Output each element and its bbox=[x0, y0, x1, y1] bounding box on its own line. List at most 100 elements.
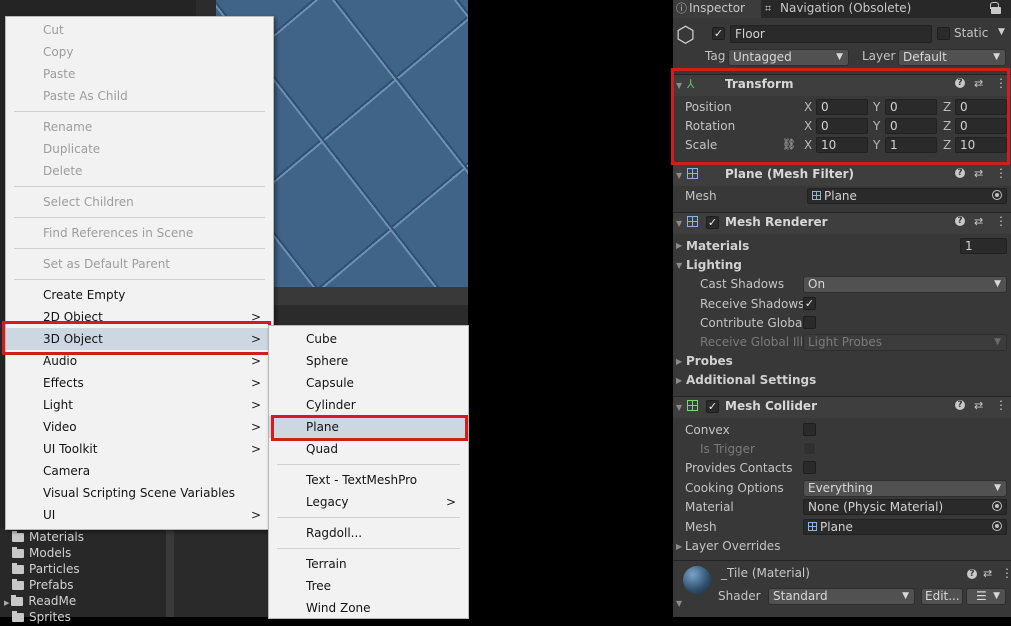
presets-icon[interactable]: ⇄ bbox=[983, 567, 992, 580]
menu-item-ui[interactable]: UI > bbox=[6, 504, 273, 526]
tab-navigation[interactable]: ⌗ Navigation (Obsolete) bbox=[765, 0, 911, 18]
component-menu-icon[interactable]: ⋮ bbox=[995, 398, 1007, 412]
object-picker-icon[interactable] bbox=[992, 501, 1002, 511]
help-icon[interactable]: ? bbox=[955, 216, 965, 226]
mesh-filter-header[interactable]: ▼ Plane (Mesh Filter) ? ⇄ ⋮ bbox=[673, 164, 1011, 186]
presets-icon[interactable]: ⇄ bbox=[974, 215, 983, 228]
collider-mesh-field[interactable]: Plane bbox=[803, 519, 1007, 535]
foldout-arrow-icon[interactable]: ▼ bbox=[676, 171, 682, 180]
menu-item-ui-toolkit[interactable]: UI Toolkit > bbox=[6, 438, 273, 460]
component-menu-icon[interactable]: ⋮ bbox=[1001, 566, 1011, 580]
layer-overrides-label[interactable]: Layer Overrides bbox=[685, 539, 780, 553]
menu-item-paste-as-child[interactable]: Paste As Child bbox=[6, 85, 273, 107]
presets-icon[interactable]: ⇄ bbox=[974, 77, 983, 90]
shader-dropdown[interactable]: Standard ▼ bbox=[768, 588, 915, 605]
menu-item-cube[interactable]: Cube bbox=[269, 328, 468, 350]
menu-item-set-default-parent[interactable]: Set as Default Parent bbox=[6, 253, 273, 275]
menu-item-cylinder[interactable]: Cylinder bbox=[269, 394, 468, 416]
menu-item-wind-zone[interactable]: Wind Zone bbox=[269, 597, 468, 619]
mesh-collider-enabled-checkbox[interactable]: ✓ bbox=[706, 400, 719, 413]
convex-checkbox[interactable] bbox=[803, 423, 816, 436]
menu-item-select-children[interactable]: Select Children bbox=[6, 191, 273, 213]
scale-y-field[interactable]: 1 bbox=[885, 137, 937, 153]
menu-item-rename[interactable]: Rename bbox=[6, 116, 273, 138]
rotation-y-field[interactable]: 0 bbox=[885, 118, 937, 134]
foldout-arrow-icon[interactable]: ▶ bbox=[676, 542, 682, 551]
menu-item-plane[interactable]: Plane bbox=[269, 416, 468, 438]
static-checkbox[interactable] bbox=[937, 27, 950, 40]
menu-item-ragdoll[interactable]: Ragdoll... bbox=[269, 522, 468, 544]
menu-item-cut[interactable]: Cut bbox=[6, 19, 273, 41]
rotation-z-field[interactable]: 0 bbox=[955, 118, 1007, 134]
foldout-arrow-icon[interactable]: ▼ bbox=[676, 81, 682, 90]
menu-item-duplicate[interactable]: Duplicate bbox=[6, 138, 273, 160]
cooking-options-dropdown[interactable]: Everything ▼ bbox=[803, 480, 1007, 497]
menu-item-delete[interactable]: Delete bbox=[6, 160, 273, 182]
help-icon[interactable]: ? bbox=[955, 400, 965, 410]
menu-item-visual-scripting-scene-variables[interactable]: Visual Scripting Scene Variables bbox=[6, 482, 273, 504]
menu-item-create-empty[interactable]: Create Empty bbox=[6, 284, 273, 306]
shader-edit-button[interactable]: Edit... bbox=[921, 588, 963, 605]
mesh-collider-header[interactable]: ▼ ✓ Mesh Collider ? ⇄ ⋮ bbox=[673, 396, 1011, 418]
active-checkbox[interactable]: ✓ bbox=[712, 27, 725, 40]
scale-z-field[interactable]: 10 bbox=[955, 137, 1007, 153]
folder-item[interactable]: Sprites bbox=[12, 610, 71, 626]
menu-item-sphere[interactable]: Sphere bbox=[269, 350, 468, 372]
object-name-field[interactable]: Floor bbox=[730, 25, 932, 43]
position-z-field[interactable]: 0 bbox=[955, 99, 1007, 115]
shader-menu-button[interactable]: ☰ ▼ bbox=[966, 588, 1006, 605]
contribute-gi-checkbox[interactable] bbox=[803, 316, 816, 329]
component-menu-icon[interactable]: ⋮ bbox=[995, 214, 1007, 228]
menu-item-paste[interactable]: Paste bbox=[6, 63, 273, 85]
presets-icon[interactable]: ⇄ bbox=[974, 399, 983, 412]
material-preview-sphere[interactable] bbox=[683, 566, 711, 594]
rotation-x-field[interactable]: 0 bbox=[816, 118, 868, 134]
foldout-arrow-icon[interactable]: ▶ bbox=[676, 357, 682, 366]
folder-item[interactable]: Particles bbox=[12, 562, 80, 578]
foldout-arrow-icon[interactable]: ▼ bbox=[676, 261, 682, 270]
menu-item-tree[interactable]: Tree bbox=[269, 575, 468, 597]
menu-item-light[interactable]: Light > bbox=[6, 394, 273, 416]
foldout-arrow-icon[interactable]: ▶ bbox=[676, 376, 682, 385]
mesh-renderer-enabled-checkbox[interactable]: ✓ bbox=[706, 216, 719, 229]
component-menu-icon[interactable]: ⋮ bbox=[995, 166, 1007, 180]
menu-item-video[interactable]: Video > bbox=[6, 416, 273, 438]
menu-item-find-references[interactable]: Find References in Scene bbox=[6, 222, 273, 244]
menu-item-3d-object[interactable]: 3D Object > bbox=[6, 328, 273, 350]
menu-item-capsule[interactable]: Capsule bbox=[269, 372, 468, 394]
foldout-arrow-icon[interactable]: ▶ bbox=[676, 241, 682, 250]
tab-inspector[interactable]: ⓘ Inspector bbox=[673, 0, 761, 18]
materials-count-field[interactable]: 1 bbox=[960, 238, 1007, 254]
layer-dropdown[interactable]: Default ▼ bbox=[898, 49, 1006, 66]
scale-x-field[interactable]: 10 bbox=[816, 137, 868, 153]
receive-shadows-checkbox[interactable]: ✓ bbox=[803, 297, 816, 310]
help-icon[interactable]: ? bbox=[967, 569, 977, 579]
help-icon[interactable]: ? bbox=[955, 78, 965, 88]
menu-item-copy[interactable]: Copy bbox=[6, 41, 273, 63]
mesh-renderer-header[interactable]: ▼ ✓ Mesh Renderer ? ⇄ ⋮ bbox=[673, 212, 1011, 234]
provides-contacts-checkbox[interactable] bbox=[803, 461, 816, 474]
object-picker-icon[interactable] bbox=[992, 521, 1002, 531]
lighting-label[interactable]: Lighting bbox=[686, 258, 742, 272]
component-menu-icon[interactable]: ⋮ bbox=[995, 76, 1007, 90]
static-dropdown-arrow-icon[interactable]: ▼ bbox=[998, 27, 1005, 37]
folder-item[interactable]: Prefabs bbox=[12, 578, 74, 594]
menu-item-2d-object[interactable]: 2D Object > bbox=[6, 306, 273, 328]
menu-item-camera[interactable]: Camera bbox=[6, 460, 273, 482]
position-y-field[interactable]: 0 bbox=[885, 99, 937, 115]
menu-item-terrain[interactable]: Terrain bbox=[269, 553, 468, 575]
folder-item[interactable]: ▶ ReadMe bbox=[4, 594, 76, 610]
tag-dropdown[interactable]: Untagged ▼ bbox=[728, 49, 849, 66]
menu-item-text-textmeshpro[interactable]: Text - TextMeshPro bbox=[269, 469, 468, 491]
position-x-field[interactable]: 0 bbox=[816, 99, 868, 115]
menu-item-effects[interactable]: Effects > bbox=[6, 372, 273, 394]
probes-label[interactable]: Probes bbox=[686, 354, 733, 368]
foldout-arrow-icon[interactable]: ▼ bbox=[676, 219, 682, 228]
folder-item[interactable]: Models bbox=[12, 546, 71, 562]
transform-header[interactable]: ▼ ⅄ Transform ? ⇄ ⋮ bbox=[673, 74, 1011, 96]
constrain-proportions-link-icon[interactable]: ⛓ bbox=[782, 138, 796, 151]
foldout-arrow-icon[interactable]: ▼ bbox=[676, 403, 682, 412]
menu-item-legacy[interactable]: Legacy > bbox=[269, 491, 468, 513]
additional-settings-label[interactable]: Additional Settings bbox=[686, 373, 816, 387]
help-icon[interactable]: ? bbox=[955, 168, 965, 178]
